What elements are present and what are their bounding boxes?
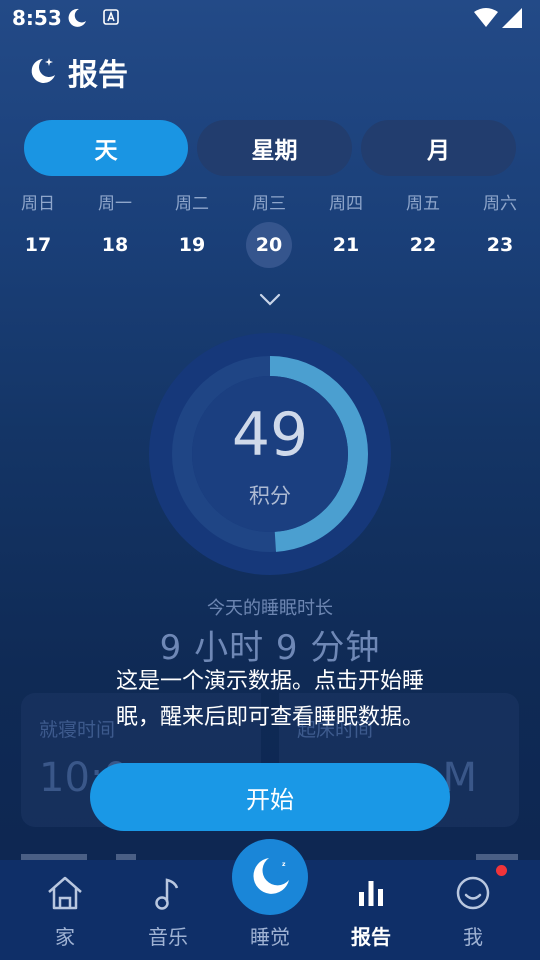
nav-item-me[interactable]: 我 (423, 860, 523, 960)
home-icon (44, 872, 86, 918)
tab-day[interactable]: 天 (24, 120, 188, 176)
sleep-duration-label: 今天的睡眠时长 (207, 598, 333, 619)
weekday-label: 周日 (21, 194, 55, 214)
status-bar: 8:53 (0, 0, 540, 36)
date-item[interactable]: 23 (477, 222, 523, 268)
demo-data-message: 这是一个演示数据。点击开始睡 眠，醒来后即可查看睡眠数据。 (80, 664, 460, 736)
moon-stars-icon (27, 55, 59, 91)
nav-label-report: 报告 (351, 925, 391, 949)
notification-dot (496, 865, 507, 876)
cellular-signal-icon (502, 8, 522, 32)
moon-zzz-icon: z z (253, 858, 289, 894)
nav-label-me: 我 (463, 925, 483, 949)
tab-month[interactable]: 月 (361, 120, 516, 176)
weekday-label: 周三 (252, 194, 286, 214)
nav-label-sleep: 睡觉 (250, 925, 290, 949)
sleep-score-label: 积分 (249, 484, 291, 508)
start-button[interactable]: 开始 (90, 763, 450, 831)
nav-item-music[interactable]: 音乐 (118, 860, 218, 960)
sleep-score-value: 49 (231, 400, 309, 470)
weekday-label: 周二 (175, 194, 209, 214)
nav-label-home: 家 (55, 925, 75, 949)
tab-week[interactable]: 星期 (197, 120, 352, 176)
sleep-action-button[interactable]: z z (232, 839, 308, 915)
page-title: 报告 (68, 58, 128, 93)
do-not-disturb-icon (66, 7, 88, 33)
chevron-down-icon[interactable] (259, 292, 281, 311)
auto-text-icon (103, 9, 119, 29)
date-item[interactable]: 17 (15, 222, 61, 268)
date-item[interactable]: 19 (169, 222, 215, 268)
svg-text:z: z (277, 867, 282, 877)
sleep-duration-value: 9 小时 9 分钟 (159, 628, 381, 668)
date-item[interactable]: 18 (92, 222, 138, 268)
status-time: 8:53 (12, 6, 62, 30)
demo-message-line: 这是一个演示数据。点击开始睡 (115, 669, 424, 694)
weekday-label: 周一 (98, 194, 132, 214)
demo-message-line: 眠，醒来后即可查看睡眠数据。 (115, 705, 424, 730)
nav-label-music: 音乐 (148, 925, 188, 949)
weekday-label: 周四 (329, 194, 363, 214)
weekday-label: 周五 (406, 194, 440, 214)
music-note-icon (147, 872, 189, 918)
date-item-selected[interactable]: 20 (246, 222, 292, 268)
weekday-label: 周六 (483, 194, 517, 214)
nav-item-home[interactable]: 家 (15, 860, 115, 960)
date-item[interactable]: 22 (400, 222, 446, 268)
svg-text:z: z (282, 861, 286, 868)
bar-chart-icon (350, 872, 392, 918)
smiley-profile-icon (452, 872, 494, 918)
wifi-icon (474, 8, 498, 32)
date-item[interactable]: 21 (323, 222, 369, 268)
nav-item-report[interactable]: 报告 (321, 860, 421, 960)
